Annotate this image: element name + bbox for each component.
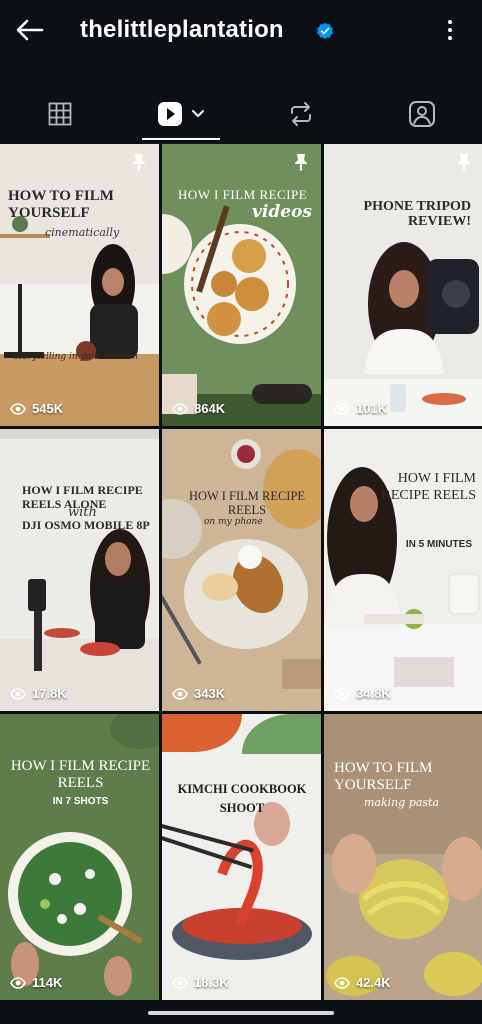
reel-tile[interactable]: HOW TO FILM YOURSELF making pasta 42.4K: [324, 714, 482, 1000]
reel-title: HOW TO FILM YOURSELF: [8, 188, 114, 221]
reel-script-text: making pasta: [364, 796, 440, 809]
eye-icon: [334, 687, 350, 700]
reel-subtitle: IN 7 SHOTS: [52, 796, 109, 807]
arrow-left-icon: [16, 19, 44, 41]
reel-tile[interactable]: HOW I FILM RECIPE REELS IN 5 MINUTES 34.…: [324, 429, 482, 711]
view-count: 34.8K: [334, 686, 391, 701]
eye-icon: [334, 976, 350, 989]
view-count-text: 18.3K: [194, 975, 229, 990]
verified-badge-icon: [317, 22, 333, 40]
eye-icon: [172, 976, 188, 989]
eye-icon: [172, 402, 188, 415]
tab-tagged[interactable]: [362, 88, 482, 140]
reel-script-text: cinematically: [45, 226, 120, 239]
reel-thumbnail: [162, 429, 321, 711]
view-count-text: 114K: [32, 975, 63, 990]
view-count: 343K: [172, 686, 225, 701]
more-options-button[interactable]: [444, 16, 456, 44]
reel-thumbnail: [324, 714, 482, 1000]
profile-username: thelittleplantation: [80, 16, 284, 43]
reel-thumbnail: [0, 714, 159, 1000]
pin-icon: [133, 154, 145, 171]
reel-tile[interactable]: HOW TO FILM YOURSELF cinematically story…: [0, 144, 159, 426]
repost-icon: [291, 102, 311, 126]
view-count: 114K: [10, 975, 62, 990]
reel-title-line2: DJI OSMO MOBILE 8P: [22, 518, 150, 532]
reel-tile[interactable]: HOW I FILM RECIPE REELS on my phone 343K: [162, 429, 321, 711]
reel-title: HOW I FILM RECIPE REELS: [10, 758, 151, 792]
chevron-down-icon: [192, 110, 204, 117]
reel-subtitle: IN 5 MINUTES: [405, 539, 472, 550]
reel-title: HOW TO FILM YOURSELF: [334, 760, 433, 794]
reel-script-text: videos: [252, 202, 312, 222]
eye-icon: [10, 687, 26, 700]
pin-icon: [458, 154, 470, 171]
reel-title: HOW I FILM RECIPE REELS: [188, 489, 306, 518]
view-count-text: 34.8K: [356, 686, 391, 701]
view-count-text: 864K: [194, 401, 226, 416]
reel-tile[interactable]: KIMCHI COOKBOOK SHOOT 18.3K: [162, 714, 321, 1000]
eye-icon: [10, 402, 26, 415]
view-count: 545K: [10, 401, 63, 416]
view-count: 864K: [172, 401, 225, 416]
reel-thumbnail: [324, 144, 482, 426]
home-indicator[interactable]: [148, 1011, 334, 1015]
eye-icon: [10, 976, 26, 989]
tab-grid[interactable]: [0, 88, 120, 140]
view-count-text: 343K: [194, 686, 226, 701]
view-count-text: 101K: [356, 401, 388, 416]
tab-reels[interactable]: [140, 88, 222, 140]
view-count-text: 42.4K: [356, 975, 391, 990]
reels-play-icon: [158, 102, 182, 126]
more-vertical-icon: [448, 20, 452, 24]
grid-icon: [48, 102, 72, 126]
view-count: 18.3K: [172, 975, 229, 990]
profile-header: thelittleplantation: [0, 0, 482, 60]
reel-tile[interactable]: HOW I FILM RECIPE videos 864K: [162, 144, 321, 426]
reel-tile[interactable]: HOW I FILM RECIPE REELS ALONE with DJI O…: [0, 429, 159, 711]
view-count-text: 17.8K: [32, 686, 67, 701]
eye-icon: [334, 402, 350, 415]
reel-tile[interactable]: PHONE TRIPOD REVIEW! 101K: [324, 144, 482, 426]
eye-icon: [172, 687, 188, 700]
back-button[interactable]: [14, 14, 46, 46]
reel-script-text: on my phone: [204, 517, 263, 527]
view-count: 42.4K: [334, 975, 391, 990]
active-tab-indicator: [142, 138, 220, 140]
reel-footer-text: storytelling in your kitchen: [14, 352, 138, 362]
reel-thumbnail: [162, 714, 321, 1000]
profile-tabs: [0, 88, 482, 140]
reel-title: PHONE TRIPOD REVIEW!: [363, 199, 471, 230]
reels-grid: HOW TO FILM YOURSELF cinematically story…: [0, 144, 482, 1002]
reel-tile[interactable]: HOW I FILM RECIPE REELS IN 7 SHOTS 114K: [0, 714, 159, 1000]
reel-title: HOW I FILM RECIPE: [178, 187, 308, 202]
reel-thumbnail: [0, 429, 159, 711]
view-count-text: 545K: [32, 401, 64, 416]
pin-icon: [295, 154, 307, 171]
tab-reposts[interactable]: [241, 88, 361, 140]
reel-thumbnail: [0, 144, 159, 426]
reel-title: HOW I FILM RECIPE REELS: [381, 471, 476, 503]
tagged-person-icon: [409, 101, 435, 127]
view-count: 17.8K: [10, 686, 67, 701]
reel-title: KIMCHI COOKBOOK SHOOT: [177, 782, 307, 816]
view-count: 101K: [334, 401, 387, 416]
